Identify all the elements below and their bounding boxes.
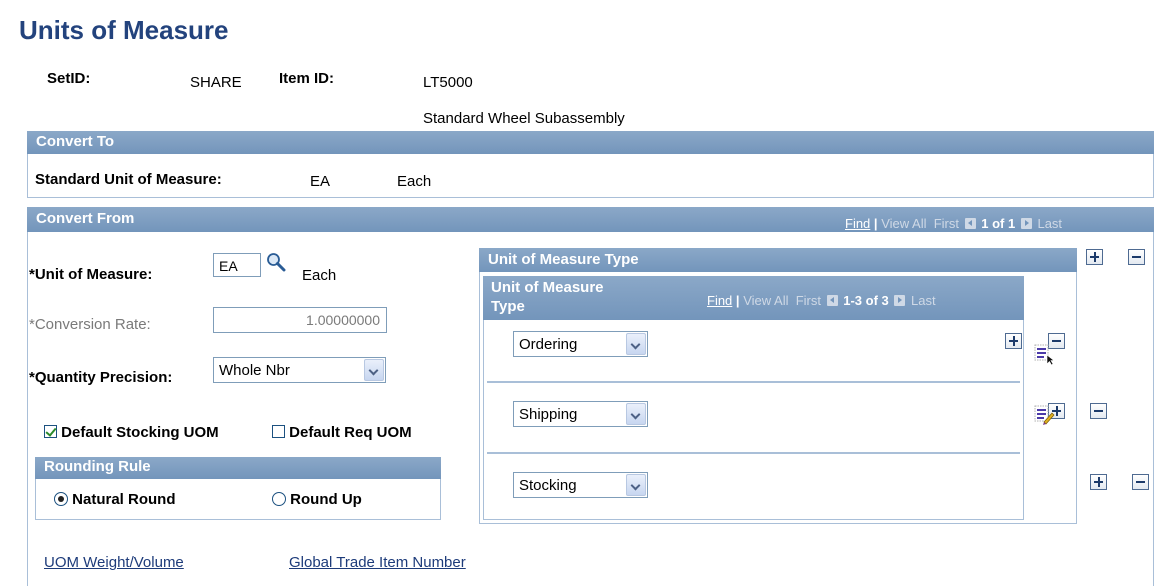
std-uom-label: Standard Unit of Measure: — [35, 171, 222, 188]
prev-arrow-icon — [964, 218, 976, 229]
std-uom-code: EA — [310, 173, 331, 190]
uom-type-first: First — [795, 293, 821, 308]
convert-from-find-link[interactable]: Find — [845, 216, 870, 231]
convert-to-header: Convert To — [27, 131, 1154, 154]
quantity-precision-select[interactable]: Whole Nbr — [213, 357, 386, 383]
setid-label: SetID: — [47, 70, 91, 87]
natural-round-radio[interactable] — [54, 492, 68, 506]
chevron-down-icon — [626, 333, 646, 355]
convert-from-first: First — [933, 216, 959, 231]
delete-row-button[interactable] — [1128, 249, 1146, 265]
uom-label: *Unit of Measure: — [29, 266, 153, 283]
page-title: Units of Measure — [19, 15, 229, 45]
uom-type-select-2[interactable]: Shipping — [513, 401, 648, 427]
uom-type-value-1: Ordering — [519, 336, 578, 353]
convert-from-last: Last — [1037, 216, 1063, 231]
uom-type-view-all: View All — [743, 293, 789, 308]
uom-type-header: Unit of Measure Type — [479, 248, 1077, 272]
detail-select-icon[interactable] — [1034, 343, 1056, 366]
quantity-precision-label: *Quantity Precision: — [29, 369, 173, 386]
setid-value: SHARE — [190, 74, 242, 91]
next-arrow-icon — [1020, 218, 1032, 229]
default-req-uom[interactable]: Default Req UOM — [272, 424, 412, 441]
row1-add-button[interactable] — [1005, 333, 1023, 349]
conversion-rate-field: 1.00000000 — [213, 307, 387, 333]
row-divider — [487, 381, 1020, 383]
lookup-search-icon[interactable] — [266, 252, 286, 272]
chevron-down-icon — [364, 359, 384, 381]
uom-type-nav: Find | View All First 1-3 of 3 Last — [707, 293, 936, 308]
default-stocking-uom[interactable]: Default Stocking UOM — [44, 424, 219, 441]
natural-round-option[interactable]: Natural Round — [54, 491, 176, 508]
rounding-rule-header: Rounding Rule — [35, 457, 441, 479]
uom-type-count: 1-3 of 3 — [843, 293, 889, 308]
uom-weight-volume-link[interactable]: UOM Weight/Volume — [44, 554, 184, 571]
convert-from-count: 1 of 1 — [981, 216, 1016, 231]
uom-desc: Each — [302, 267, 337, 284]
row3-add-button[interactable] — [1090, 474, 1108, 490]
convert-from-nav: Find | View All First 1 of 1 Last — [845, 216, 1062, 231]
convert-from-title: Convert From — [36, 210, 135, 227]
default-stocking-label: Default Stocking UOM — [61, 424, 219, 441]
uom-type-select-3[interactable]: Stocking — [513, 472, 648, 498]
global-trade-item-number-link[interactable]: Global Trade Item Number — [289, 554, 466, 571]
item-description: Standard Wheel Subassembly — [423, 110, 625, 127]
uom-input[interactable]: EA — [213, 253, 261, 277]
itemid-label: Item ID: — [279, 70, 335, 87]
default-req-label: Default Req UOM — [289, 424, 412, 441]
uom-type-last: Last — [911, 293, 936, 308]
uom-type-value-3: Stocking — [519, 477, 577, 494]
row-divider — [487, 452, 1020, 454]
chevron-down-icon — [626, 474, 646, 496]
itemid-value: LT5000 — [423, 74, 473, 91]
uom-type-find-link[interactable]: Find — [707, 293, 732, 308]
default-stocking-checkbox[interactable] — [44, 425, 57, 438]
round-up-option[interactable]: Round Up — [272, 491, 362, 508]
round-up-label: Round Up — [290, 491, 362, 508]
uom-type-value-2: Shipping — [519, 406, 578, 423]
conversion-rate-label: *Conversion Rate: — [29, 316, 151, 333]
quantity-precision-value: Whole Nbr — [219, 362, 290, 379]
row3-delete-button[interactable] — [1132, 474, 1150, 490]
uom-type-nav-sep: | — [735, 293, 740, 308]
convert-from-view-all: View All — [881, 216, 927, 231]
chevron-down-icon — [626, 403, 646, 425]
uom-type-select-1[interactable]: Ordering — [513, 331, 648, 357]
add-row-button[interactable] — [1086, 249, 1103, 265]
std-uom-desc: Each — [397, 173, 432, 190]
next-arrow-icon — [894, 295, 906, 306]
round-up-radio[interactable] — [272, 492, 286, 506]
convert-from-nav-sep: | — [873, 216, 878, 231]
natural-round-label: Natural Round — [72, 491, 176, 508]
prev-arrow-icon — [826, 295, 838, 306]
default-req-checkbox[interactable] — [272, 425, 285, 438]
row2-delete-button[interactable] — [1089, 403, 1107, 419]
edit-list-icon[interactable] — [1034, 404, 1056, 426]
